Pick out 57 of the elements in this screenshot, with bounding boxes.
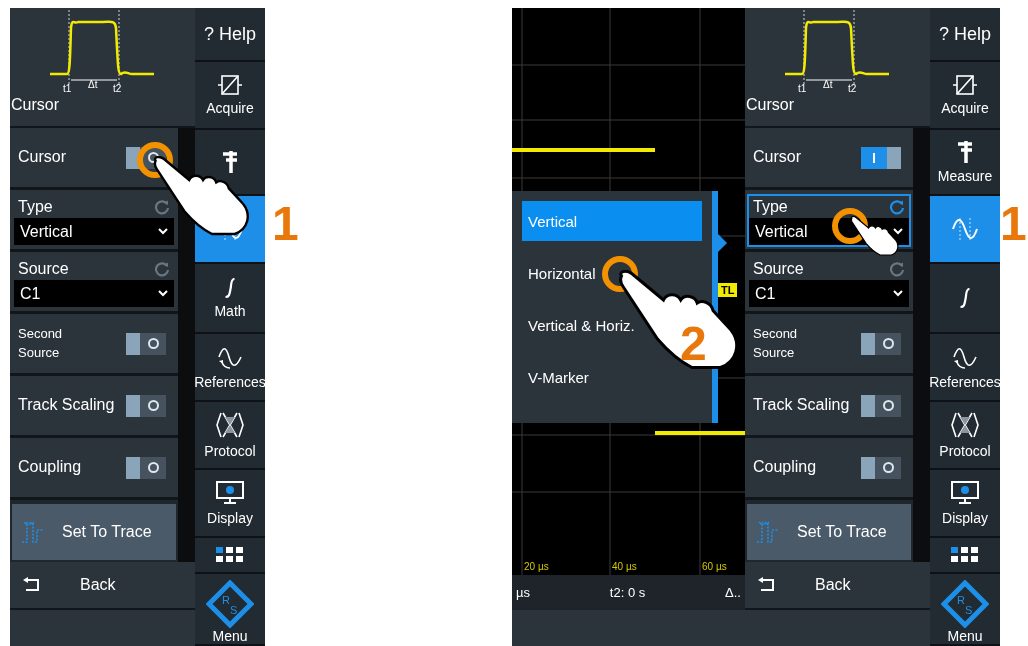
setting-label: Track Scaling — [18, 395, 115, 416]
panel-title: Cursor — [746, 96, 794, 114]
step-number: 2 — [680, 320, 707, 368]
sidebar-item[interactable]: Acquire — [195, 62, 265, 130]
diagram-label: t1 — [62, 83, 71, 94]
menu-option[interactable]: V-Marker — [522, 357, 593, 397]
diagram-label: t2 — [112, 83, 121, 94]
field-value: Vertical — [20, 222, 73, 241]
setting-label: Cursor — [753, 147, 801, 168]
axis-label: 20 µs — [524, 561, 549, 572]
sidebar-item[interactable]: ? Help — [195, 8, 265, 62]
setting-label: Cursor — [18, 147, 66, 168]
panel-title: Cursor — [11, 96, 59, 114]
field-value: C1 — [755, 284, 776, 303]
menu-option[interactable]: Vertical & Horiz. — [522, 305, 639, 345]
diagram-label: Δt — [822, 79, 832, 90]
setting-label: Source — [753, 259, 804, 279]
logo-icon: R S — [206, 580, 254, 628]
sidebar-item[interactable]: Protocol — [195, 402, 265, 470]
setting-label: Second Source — [18, 325, 64, 362]
menu-option[interactable]: Horizontal — [522, 253, 600, 293]
diagram-label: Δt — [87, 79, 97, 90]
setting-label: Track Scaling — [753, 395, 850, 416]
setting-label: Type — [18, 197, 53, 217]
status-text: µs — [516, 585, 530, 600]
sidebar-item[interactable]: R S Menu — [195, 574, 265, 646]
axis-label: 60 µs — [702, 561, 727, 572]
setting-label: Type — [753, 197, 788, 217]
sidebar-item[interactable]: References — [930, 334, 1000, 402]
back-button[interactable]: Back — [745, 562, 930, 610]
sidebar-item[interactable]: Measure — [930, 130, 1000, 196]
setting-label: Second Source — [753, 325, 799, 362]
set-to-trace-button[interactable]: Set To Trace — [747, 504, 911, 560]
setting-label: Source — [18, 259, 69, 279]
field-value: C1 — [20, 284, 41, 303]
sidebar-item[interactable]: References — [195, 334, 265, 402]
diagram-label: t1 — [797, 83, 806, 94]
sidebar-item[interactable]: Display — [930, 470, 1000, 538]
sidebar-item[interactable]: Acquire — [930, 62, 1000, 130]
sidebar-item[interactable]: R S Menu — [930, 574, 1000, 646]
status-text: t2: 0 s — [609, 585, 646, 600]
diagram-label: t2 — [847, 83, 856, 94]
sidebar-item[interactable]: Display — [195, 470, 265, 538]
sidebar-item[interactable]: Protocol — [930, 402, 1000, 470]
sidebar-item[interactable]: ? Help — [930, 8, 1000, 62]
step-number: 1 — [272, 200, 299, 248]
logo-icon: R S — [941, 580, 989, 628]
step-number: 1 — [1000, 200, 1027, 248]
setting-label: Coupling — [18, 457, 82, 478]
back-button[interactable]: Back — [10, 562, 195, 610]
field-value: Vertical — [755, 222, 808, 241]
setting-label: Coupling — [753, 457, 817, 478]
sidebar-item[interactable]: Math — [195, 264, 265, 334]
axis-label: 40 µs — [612, 561, 637, 572]
status-text: Δ.. — [725, 585, 741, 600]
set-to-trace-button[interactable]: Set To Trace — [12, 504, 176, 560]
trigger-level-marker: TL — [718, 283, 738, 297]
